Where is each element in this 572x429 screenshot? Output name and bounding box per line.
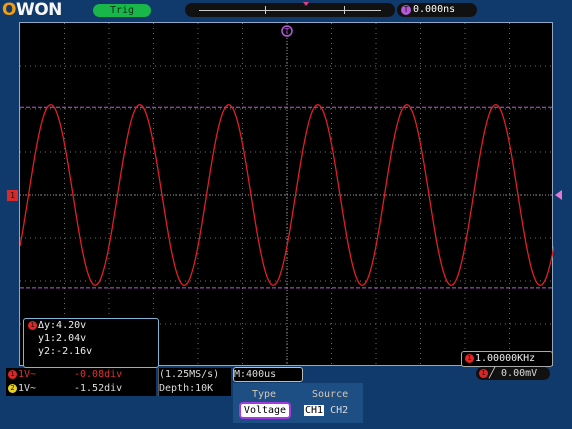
cursor-y1: y1:2.04v <box>38 333 87 344</box>
timebase-readout[interactable]: M:400us <box>233 367 303 382</box>
ch2-badge-icon: 2 <box>8 383 17 393</box>
source-ch1-button[interactable]: CH1 <box>304 405 325 416</box>
trigger-time-marker-label: T <box>284 27 290 36</box>
trigger-source-badge-icon: 1 <box>479 368 488 378</box>
acquisition-info: (1.25MS/s) Depth:10K <box>158 368 231 396</box>
ch2-scale: 1V~ <box>18 383 37 394</box>
trigger-slope-level: ╱ 0.00mV <box>489 368 538 379</box>
scope-svg: T <box>20 23 554 367</box>
record-depth: Depth:10K <box>159 383 214 394</box>
cursor-readout-panel: 1 Δy:4.20v y1:2.04v y2:-2.16v <box>23 318 159 368</box>
frequency-value: 1.00000KHz <box>475 353 536 364</box>
ch1-status[interactable]: 1 1V~ -0.08div <box>6 368 156 382</box>
type-voltage-button[interactable]: Voltage <box>241 404 289 417</box>
horizontal-position-bar <box>185 2 395 17</box>
frequency-readout: 1 1.00000KHz <box>461 351 553 367</box>
source-label: Source <box>312 389 349 400</box>
trigger-level-marker-icon[interactable] <box>555 190 562 200</box>
freq-ch1-badge-icon: 1 <box>465 353 474 363</box>
waveform-display[interactable]: T <box>19 22 554 367</box>
trigger-info[interactable]: 1 ╱ 0.00mV <box>476 367 550 380</box>
cursor-delta: Δy:4.20v <box>38 320 87 331</box>
ch1-scale: 1V~ <box>18 369 37 380</box>
sample-rate: (1.25MS/s) <box>159 369 220 380</box>
ch1-badge-icon: 1 <box>8 369 17 379</box>
source-ch2-button[interactable]: CH2 <box>330 405 348 416</box>
trigger-point-icon <box>303 2 309 6</box>
horizontal-position-value: 0.000ns <box>413 4 456 15</box>
ch2-status[interactable]: 2 1V~ -1.52div <box>6 382 156 396</box>
source-options: CH1 CH2 <box>304 404 348 417</box>
ch1-ground-marker-icon[interactable]: 1 <box>7 190 18 201</box>
owon-logo: OWON <box>2 0 62 20</box>
ch1-badge-icon: 1 <box>28 320 37 330</box>
trigger-time-icon: T <box>401 5 411 15</box>
cursor-y2: y2:-2.16v <box>38 346 93 357</box>
ch1-offset: -0.08div <box>74 369 123 380</box>
ch2-offset: -1.52div <box>74 383 123 394</box>
view-window <box>265 6 345 14</box>
trigger-status-badge: Trig <box>93 4 151 17</box>
horizontal-position-readout: T 0.000ns <box>397 3 477 17</box>
type-label: Type <box>252 389 277 400</box>
